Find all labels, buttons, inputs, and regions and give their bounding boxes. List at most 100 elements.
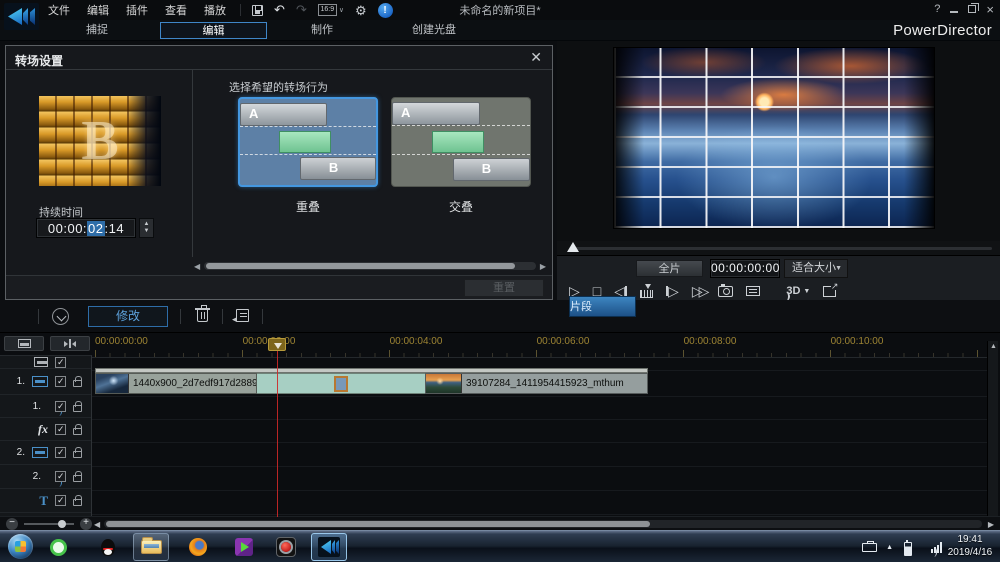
track-header-column: 1. 1. fx 2. 2: [0, 355, 92, 517]
close-button[interactable]: ×: [986, 4, 994, 15]
battery-icon[interactable]: [902, 540, 913, 555]
tab-clip-mode[interactable]: 片段: [569, 296, 636, 317]
taskbar-firefox[interactable]: [180, 533, 216, 561]
track-row-master[interactable]: [0, 356, 91, 369]
undo-icon[interactable]: ↶: [274, 4, 285, 16]
menu-edit[interactable]: 编辑: [87, 2, 109, 18]
fast-forward-button[interactable]: ▷▷: [692, 283, 706, 299]
track-lock-icon[interactable]: [73, 499, 82, 506]
tray-expand-icon[interactable]: ▲: [886, 544, 893, 551]
timeline-clip-2[interactable]: 39107284_1411954415923_mthum: [425, 373, 648, 394]
zoom-slider-thumb[interactable]: [58, 520, 66, 528]
track-row-title[interactable]: T: [0, 489, 91, 513]
tab-capture[interactable]: 捕捉: [60, 22, 134, 39]
snap-toggle-button[interactable]: [50, 336, 90, 351]
track-enable-checkbox[interactable]: [55, 471, 66, 482]
track-enable-checkbox[interactable]: [55, 424, 66, 435]
taskbar-powerdirector[interactable]: [311, 533, 347, 561]
taskbar-recorder[interactable]: [268, 533, 304, 561]
track-enable-checkbox[interactable]: [55, 376, 66, 387]
taskbar-explorer[interactable]: [133, 533, 169, 561]
taskbar-qq[interactable]: [90, 533, 126, 561]
next-frame-button[interactable]: ▷: [666, 283, 679, 299]
track-lock-icon[interactable]: [73, 405, 82, 412]
tab-movie-mode[interactable]: 全片: [636, 260, 703, 277]
scroll-right-icon[interactable]: ▶: [540, 262, 546, 271]
tab-create-disc[interactable]: 创建光盘: [392, 22, 476, 39]
seek-thumb[interactable]: [567, 242, 579, 252]
brand-text: PowerDirector: [893, 22, 992, 39]
save-icon[interactable]: [252, 5, 263, 16]
timeline-hscrollbar[interactable]: [104, 520, 982, 528]
timeline-vscrollbar[interactable]: ▲: [987, 341, 998, 516]
powerdirector-icon: [318, 537, 340, 557]
preview-timecode[interactable]: 00:00:00:00: [710, 259, 780, 278]
behavior-option-cross[interactable]: A B: [391, 97, 531, 187]
scroll-thumb[interactable]: [106, 521, 650, 527]
zoom-slider[interactable]: [24, 523, 74, 525]
behavior-option-overlap[interactable]: A B: [238, 97, 378, 187]
taskbar-potplayer[interactable]: [226, 533, 262, 561]
duration-stepper[interactable]: ▲▼: [139, 218, 154, 238]
delete-trash-icon[interactable]: [197, 310, 208, 322]
tray-device-icon[interactable]: [862, 543, 877, 552]
timeline-clip-1[interactable]: 1440x900_2d7edf917d28899: [95, 373, 257, 394]
timeline-transition-clip[interactable]: [257, 373, 425, 394]
taskbar-browser-360[interactable]: [40, 533, 76, 561]
help-button[interactable]: ?: [934, 3, 940, 15]
playhead-marker[interactable]: [268, 338, 286, 351]
ruler-seek-icon[interactable]: [640, 290, 653, 298]
notification-icon[interactable]: !: [378, 3, 393, 18]
menu-file[interactable]: 文件: [48, 2, 70, 18]
minimize-button[interactable]: [950, 11, 958, 13]
dialog-close-icon[interactable]: ✕: [530, 49, 542, 66]
settings-gear-icon[interactable]: ⚙: [355, 4, 367, 17]
aspect-ratio-dropdown[interactable]: 16:9∨: [318, 4, 344, 16]
tab-edit[interactable]: 编辑: [160, 22, 267, 39]
clock-time: 19:41: [944, 533, 996, 546]
track-row-video1[interactable]: 1.: [0, 369, 91, 395]
snapshot-camera-icon[interactable]: [718, 286, 733, 297]
zoom-fit-dropdown[interactable]: 适合大小▼: [784, 259, 848, 278]
start-button[interactable]: [8, 534, 33, 559]
track-enable-checkbox[interactable]: [55, 357, 66, 368]
scroll-left-icon[interactable]: ◀: [194, 262, 200, 271]
menu-play[interactable]: 播放: [204, 2, 226, 18]
timeline-ruler[interactable]: 00:00:00:00 00:00:02:00 00:00:04:00 00:0…: [92, 334, 988, 358]
track-row-fx[interactable]: fx: [0, 418, 91, 441]
preview-seek-bar[interactable]: [567, 242, 992, 254]
track-manager-button[interactable]: [4, 336, 44, 351]
track-row-audio1[interactable]: 1.: [0, 395, 91, 418]
scroll-left-icon[interactable]: ◀: [94, 520, 100, 529]
track-enable-checkbox[interactable]: [55, 495, 66, 506]
zoom-in-icon[interactable]: +: [80, 518, 92, 530]
preview-quality-icon[interactable]: [746, 286, 760, 296]
zoom-out-icon[interactable]: −: [6, 518, 18, 530]
transition-preview-thumbnail[interactable]: B: [39, 96, 161, 186]
menu-view[interactable]: 查看: [165, 2, 187, 18]
transfer-clip-icon[interactable]: [236, 309, 249, 322]
system-tray: ▲: [862, 531, 942, 562]
clip-b-bar: B: [300, 157, 376, 179]
restore-button[interactable]: [968, 5, 976, 13]
duration-timecode-field[interactable]: 00:00:02:14: [36, 218, 136, 238]
tab-produce[interactable]: 制作: [285, 22, 359, 39]
undock-window-icon[interactable]: [823, 286, 836, 297]
track-enable-checkbox[interactable]: [55, 447, 66, 458]
reset-button[interactable]: 重置: [464, 279, 544, 297]
dialog-hscrollbar[interactable]: ◀ ▶: [194, 260, 546, 272]
track-enable-checkbox[interactable]: [55, 401, 66, 412]
track-lock-icon[interactable]: [73, 451, 82, 458]
track-lock-icon[interactable]: [73, 428, 82, 435]
scroll-up-icon[interactable]: ▲: [990, 343, 997, 350]
scroll-thumb[interactable]: [206, 263, 514, 269]
modify-button[interactable]: 修改: [88, 306, 168, 327]
dropdown-circle-icon[interactable]: [52, 308, 69, 325]
track-row-audio2[interactable]: 2.: [0, 465, 91, 489]
track-lock-icon[interactable]: [73, 380, 82, 387]
taskbar-clock[interactable]: 19:41 2019/4/16: [944, 533, 996, 559]
scroll-right-icon[interactable]: ▶: [988, 520, 994, 529]
track-lock-icon[interactable]: [73, 475, 82, 482]
track-row-video2[interactable]: 2.: [0, 441, 91, 465]
menu-plugins[interactable]: 插件: [126, 2, 148, 18]
